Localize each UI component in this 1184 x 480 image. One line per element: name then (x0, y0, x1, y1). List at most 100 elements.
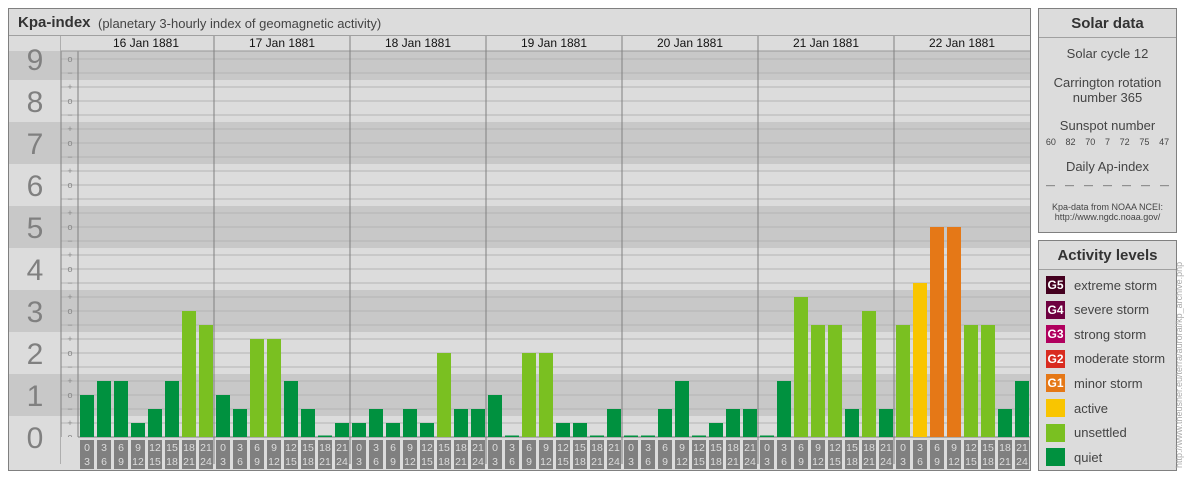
kp-bar: 21 Jan 1881 6-9h: 3+ (794, 297, 808, 437)
hour-bin-start: 18 (455, 442, 467, 454)
hour-bin-start: 0 (84, 442, 90, 454)
hour-bin-start: 6 (254, 442, 260, 454)
hour-bin-end: 18 (302, 456, 314, 468)
hour-bin-start: 18 (727, 442, 739, 454)
hour-bin-end: 12 (676, 456, 688, 468)
kp-bar: 18 Jan 1881 15-18h: 2o (437, 353, 451, 437)
sub-tick-label: − (67, 110, 72, 120)
hour-bin-start: 15 (166, 442, 178, 454)
sub-tick-label: − (67, 236, 72, 246)
sub-tick-label: − (67, 152, 72, 162)
kp-bar: 18 Jan 1881 12-15h: 0+ (420, 423, 434, 437)
kp-bar: 22 Jan 1881 3-6h: 4- (913, 283, 927, 437)
hour-bin-end: 3 (492, 456, 498, 468)
kp-bar: 19 Jan 1881 0-3h: 1o (488, 395, 502, 437)
kp-bar: 18 Jan 1881 21-24h: 1- (471, 409, 485, 437)
legend-label: unsettled (1074, 425, 1127, 441)
sub-tick-label: + (67, 376, 72, 386)
sub-tick-label: − (67, 362, 72, 372)
hour-bin-start: 3 (781, 442, 787, 454)
kp-bar: 16 Jan 1881 15-18h: 1+ (165, 381, 179, 437)
kp-bar: 19 Jan 1881 18-21h: 0o (590, 435, 604, 437)
hour-bin-end: 24 (744, 456, 756, 468)
hour-bin-start: 9 (271, 442, 277, 454)
kp-bar: 17 Jan 1881 6-9h: 2+ (250, 339, 264, 437)
credit-url: http://www.theusner.eu/terra/auroral/kp_… (1174, 261, 1184, 468)
hour-bin-start: 12 (557, 442, 569, 454)
kp-bar: 16 Jan 1881 6-9h: 1+ (114, 381, 128, 437)
hour-bin-start: 15 (982, 442, 994, 454)
sub-tick-label: + (67, 250, 72, 260)
kp-bar: 21 Jan 1881 3-6h: 1+ (777, 381, 791, 437)
kp-bar: 20 Jan 1881 3-6h: 0o (641, 435, 655, 437)
legend-swatch: G2 (1046, 349, 1065, 368)
hour-bin-end: 15 (421, 456, 433, 468)
kp-bar: 21 Jan 1881 0-3h: 0o (760, 435, 774, 437)
solar-cycle: Solar cycle 12 (1066, 46, 1149, 61)
kp-bar: 18 Jan 1881 18-21h: 1- (454, 409, 468, 437)
hour-bin-start: 21 (608, 442, 620, 454)
hour-bin-start: 0 (628, 442, 634, 454)
kp-bar: 18 Jan 1881 0-3h: 0+ (352, 423, 366, 437)
legend-item-unsettled: unsettled (1046, 423, 1127, 442)
hour-bin-start: 18 (591, 442, 603, 454)
hour-bin-start: 12 (829, 442, 841, 454)
kp-bar: 18 Jan 1881 9-12h: 1- (403, 409, 417, 437)
kp-bar: 16 Jan 1881 9-12h: 0+ (131, 423, 145, 437)
ap-value: — (1122, 180, 1131, 190)
hour-bin-start: 6 (934, 442, 940, 454)
legend-label: quiet (1074, 449, 1103, 465)
hour-bin-end: 9 (118, 456, 124, 468)
hour-bin-end: 24 (200, 456, 212, 468)
hour-bin-end: 21 (591, 456, 603, 468)
hour-bin-start: 12 (965, 442, 977, 454)
hour-bin-start: 9 (951, 442, 957, 454)
hour-bin-end: 21 (183, 456, 195, 468)
legend-swatch: G3 (1046, 325, 1065, 344)
hour-bin-start: 6 (526, 442, 532, 454)
hour-bin-end: 12 (812, 456, 824, 468)
sub-tick-label: − (67, 278, 72, 288)
hour-bin-end: 24 (472, 456, 484, 468)
hour-bin-end: 18 (982, 456, 994, 468)
sub-tick-label: o (67, 180, 72, 190)
sub-tick-label: − (67, 194, 72, 204)
hour-bin-end: 24 (608, 456, 620, 468)
kp-bar: 18 Jan 1881 6-9h: 0+ (386, 423, 400, 437)
legend-swatch (1046, 448, 1065, 467)
hour-bin-end: 15 (285, 456, 297, 468)
hour-bin-start: 21 (336, 442, 348, 454)
kp-bar: 17 Jan 1881 0-3h: 1o (216, 395, 230, 437)
kp-bar: 16 Jan 1881 0-3h: 1o (80, 395, 94, 437)
hour-bin-start: 3 (237, 442, 243, 454)
hour-bin-start: 21 (744, 442, 756, 454)
hour-bin-start: 12 (421, 442, 433, 454)
hour-bin-start: 9 (543, 442, 549, 454)
hour-bin-start: 18 (319, 442, 331, 454)
ap-value: — (1065, 180, 1074, 190)
hour-bin-end: 3 (220, 456, 226, 468)
sub-tick-label: + (67, 292, 72, 302)
legend-item-minor-storm: G1 minor storm (1046, 374, 1143, 393)
hour-bin-end: 6 (237, 456, 243, 468)
kp-bar: 22 Jan 1881 15-18h: 3- (981, 325, 995, 437)
hour-bin-start: 3 (645, 442, 651, 454)
day-label: 21 Jan 1881 (793, 36, 859, 50)
kp-bar: 20 Jan 1881 6-9h: 1- (658, 409, 672, 437)
sub-tick-label: o (67, 138, 72, 148)
legend-swatch: G5 (1046, 276, 1065, 294)
source-link[interactable]: http://www.ngdc.noaa.gov/ (1039, 212, 1176, 222)
sunspot-value: 70 (1085, 137, 1096, 147)
sub-tick-label: o (67, 264, 72, 274)
hour-bin-start: 6 (390, 442, 396, 454)
legend-item-extreme-storm: G5 extreme storm (1046, 276, 1157, 294)
kp-bar: 16 Jan 1881 21-24h: 3- (199, 325, 213, 437)
hour-bin-start: 6 (662, 442, 668, 454)
sunspot-value: 60 (1045, 137, 1056, 147)
sub-tick-label: + (67, 166, 72, 176)
hour-bin-start: 9 (679, 442, 685, 454)
chart-title-bar: Kpa-index (planetary 3-hourly index of g… (9, 9, 1030, 36)
hour-bin-end: 9 (934, 456, 940, 468)
kp-bar: 22 Jan 1881 12-15h: 3- (964, 325, 978, 437)
day-label: 17 Jan 1881 (249, 36, 315, 50)
